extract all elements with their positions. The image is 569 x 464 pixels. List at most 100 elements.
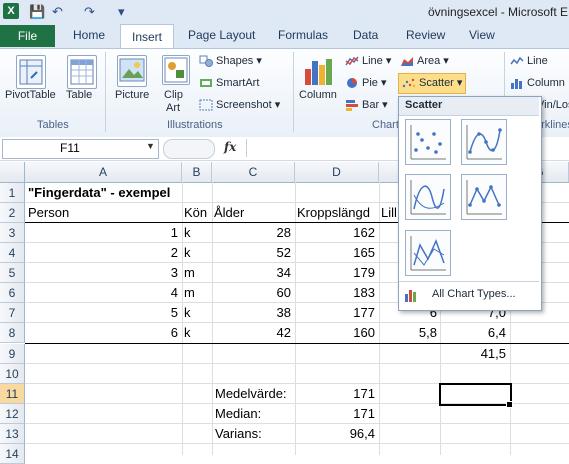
cell-kon[interactable]: k: [184, 243, 191, 263]
cell-langd[interactable]: 177: [295, 303, 375, 323]
insert-function-icon[interactable]: fx: [224, 140, 236, 154]
row-header[interactable]: 10: [0, 364, 25, 384]
undo-icon[interactable]: ↶: [52, 4, 63, 20]
row-header[interactable]: 1: [0, 183, 25, 203]
header-cell-person[interactable]: Person: [28, 203, 69, 223]
scatter-smooth-lines-option[interactable]: [405, 174, 451, 220]
active-cell-selection[interactable]: [439, 383, 512, 406]
cell-kon[interactable]: m: [184, 283, 195, 303]
customize-qat-icon[interactable]: ▾: [118, 4, 125, 20]
fill-handle[interactable]: [506, 401, 513, 408]
cell-langd[interactable]: 179: [295, 263, 375, 283]
excel-app-icon[interactable]: X: [3, 3, 19, 19]
formula-input[interactable]: [246, 139, 397, 157]
column-header-a[interactable]: A: [25, 162, 182, 182]
tab-view[interactable]: View: [469, 28, 495, 42]
tab-formulas[interactable]: Formulas: [278, 28, 328, 42]
column-chart-icon[interactable]: [303, 55, 333, 87]
cell-person[interactable]: 1: [26, 223, 178, 243]
row-header[interactable]: 2: [0, 203, 25, 223]
bar-chart-button[interactable]: Bar ▾: [345, 96, 388, 114]
cell-person[interactable]: 2: [26, 243, 178, 263]
row-header[interactable]: 12: [0, 404, 25, 424]
cell-alder[interactable]: 38: [212, 303, 291, 323]
stat-value-mean[interactable]: 171: [295, 384, 375, 404]
cell-person[interactable]: 6: [26, 323, 178, 343]
header-cell-langd[interactable]: Kroppslängd: [297, 203, 370, 223]
pivottable-button[interactable]: PivotTable: [5, 89, 56, 101]
header-cell-alder[interactable]: Ålder: [214, 203, 244, 223]
cell-alder[interactable]: 60: [212, 283, 291, 303]
cell-alder[interactable]: 42: [212, 323, 291, 343]
row-header[interactable]: 4: [0, 243, 25, 263]
area-chart-button[interactable]: Area ▾: [400, 52, 449, 70]
scatter-only-markers-option[interactable]: [405, 119, 451, 165]
table-button[interactable]: Table: [66, 89, 92, 101]
scatter-straight-lines-markers-option[interactable]: [461, 174, 507, 220]
sparkline-column-button[interactable]: Column: [510, 74, 565, 92]
picture-button[interactable]: Picture: [115, 89, 149, 101]
cell-alder[interactable]: 28: [212, 223, 291, 243]
cell-alder[interactable]: 52: [212, 243, 291, 263]
save-icon[interactable]: 💾: [29, 4, 45, 20]
cell-f-sum[interactable]: 41,5: [440, 344, 506, 364]
cell-kon[interactable]: m: [184, 263, 195, 283]
row-header[interactable]: 8: [0, 323, 25, 343]
cell-langd[interactable]: 183: [295, 283, 375, 303]
header-cell-kon[interactable]: Kön: [184, 203, 207, 223]
name-box[interactable]: [2, 139, 159, 159]
pivottable-icon[interactable]: [16, 55, 46, 89]
column-header-c[interactable]: C: [212, 162, 295, 182]
all-chart-types-menu-item[interactable]: All Chart Types...: [432, 288, 516, 300]
stat-label-median[interactable]: Median:: [215, 404, 261, 424]
select-all-corner[interactable]: [0, 162, 25, 182]
cell-kon[interactable]: k: [184, 303, 191, 323]
cell-alder[interactable]: 34: [212, 263, 291, 283]
scatter-chart-button[interactable]: Scatter ▾: [398, 73, 467, 94]
formula-resize-handle[interactable]: [163, 139, 215, 159]
scatter-smooth-lines-markers-option[interactable]: [461, 119, 507, 165]
sparkline-line-button[interactable]: Line: [510, 52, 548, 70]
row-header[interactable]: 7: [0, 303, 25, 323]
picture-icon[interactable]: [117, 55, 147, 87]
row-header[interactable]: 13: [0, 424, 25, 444]
screenshot-button[interactable]: Screenshot ▾: [199, 96, 280, 114]
pie-chart-button[interactable]: Pie ▾: [345, 74, 386, 92]
column-header-b[interactable]: B: [182, 162, 212, 182]
name-box-dropdown-icon[interactable]: ▼: [146, 141, 155, 151]
header-cell-e[interactable]: Lill: [381, 203, 398, 223]
table-icon[interactable]: [67, 55, 97, 89]
stat-label-mean[interactable]: Medelvärde:: [215, 384, 287, 404]
cell-person[interactable]: 5: [26, 303, 178, 323]
row-header[interactable]: 3: [0, 223, 25, 243]
cell-langd[interactable]: 162: [295, 223, 375, 243]
cell-f[interactable]: 6,4: [440, 323, 506, 343]
row-header[interactable]: 14: [0, 444, 25, 464]
cell-person[interactable]: 4: [26, 283, 178, 303]
cell-kon[interactable]: k: [184, 323, 191, 343]
row-header[interactable]: 6: [0, 283, 25, 303]
row-header[interactable]: 11: [0, 384, 25, 404]
clip-art-icon[interactable]: [162, 55, 190, 85]
tab-file[interactable]: File: [0, 25, 55, 47]
stat-value-variance[interactable]: 96,4: [295, 424, 375, 444]
tab-home[interactable]: Home: [73, 28, 105, 42]
sheet-title-cell[interactable]: "Fingerdata" - exempel: [28, 183, 170, 203]
column-header-d[interactable]: D: [295, 162, 379, 182]
tab-insert[interactable]: Insert: [120, 24, 174, 49]
stat-value-median[interactable]: 171: [295, 404, 375, 424]
scatter-straight-lines-option[interactable]: [405, 230, 451, 276]
row-header[interactable]: 5: [0, 263, 25, 283]
tab-data[interactable]: Data: [353, 28, 378, 42]
cell-person[interactable]: 3: [26, 263, 178, 283]
line-chart-button[interactable]: Line ▾: [345, 52, 391, 70]
cell-langd[interactable]: 160: [295, 323, 375, 343]
clip-art-button[interactable]: Clip: [164, 89, 183, 101]
column-chart-button[interactable]: Column: [299, 89, 337, 101]
tab-review[interactable]: Review: [406, 28, 445, 42]
row-header[interactable]: 9: [0, 344, 25, 364]
tab-page-layout[interactable]: Page Layout: [188, 28, 255, 42]
cell-langd[interactable]: 165: [295, 243, 375, 263]
cell-kon[interactable]: k: [184, 223, 191, 243]
shapes-button[interactable]: Shapes ▾: [199, 52, 262, 70]
